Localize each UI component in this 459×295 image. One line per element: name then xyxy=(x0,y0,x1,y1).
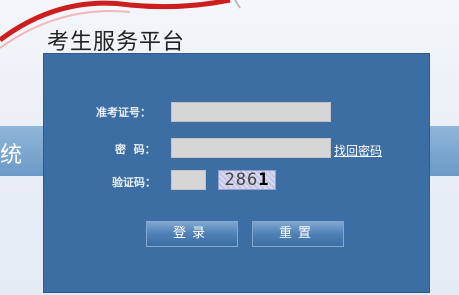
captcha-image[interactable]: 2861 xyxy=(218,170,276,190)
side-banner-right xyxy=(430,126,459,176)
captcha-digit: 1 xyxy=(258,170,270,190)
captcha-input[interactable] xyxy=(171,170,206,190)
password-label: 密 码： xyxy=(115,143,156,156)
login-panel: 准考证号： 密 码： 找回密码 验证码： 2861 登录 重置 xyxy=(43,53,430,293)
side-banner-text: 统 xyxy=(0,143,23,168)
captcha-digit: 2 xyxy=(224,170,236,190)
captcha-digit: 6 xyxy=(247,170,259,190)
ticket-number-input[interactable] xyxy=(171,102,331,122)
captcha-digit: 8 xyxy=(235,170,247,190)
login-button[interactable]: 登录 xyxy=(146,221,238,247)
ticket-number-label: 准考证号： xyxy=(96,106,151,119)
password-input[interactable] xyxy=(171,138,331,158)
side-banner-left: 统 xyxy=(0,126,46,176)
captcha-label: 验证码： xyxy=(112,176,156,189)
platform-title: 考生服务平台 xyxy=(47,30,186,55)
forgot-password-link[interactable]: 找回密码 xyxy=(334,142,382,159)
reset-button[interactable]: 重置 xyxy=(252,221,344,247)
